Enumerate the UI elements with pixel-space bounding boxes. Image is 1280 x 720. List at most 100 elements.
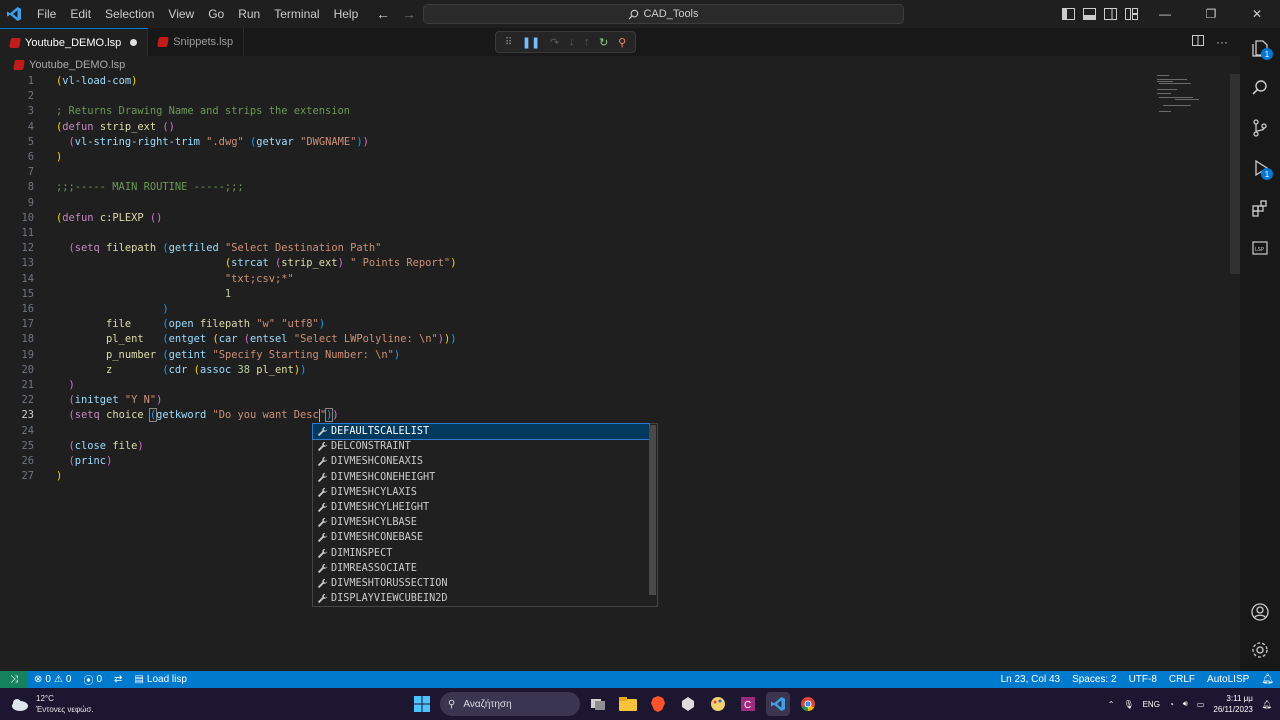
forward-arrow-icon[interactable]: → [402,6,416,22]
tray-overflow-icon[interactable]: ⌃ [1108,700,1115,709]
code-line[interactable]: 22 (initget "Y N") [0,393,1150,408]
code-line[interactable]: 21 ) [0,378,1150,393]
lsp-extension-icon[interactable]: LSP [1240,228,1280,268]
suggestion-item[interactable]: DIVMESHCONEHEIGHT [313,470,649,485]
file-explorer-icon[interactable] [616,692,640,716]
code-text[interactable]: 1 [56,287,231,302]
code-text[interactable]: p_number (getint "Specify Starting Numbe… [56,348,400,363]
code-text[interactable]: (princ) [56,454,113,469]
suggestion-item[interactable]: DIVMESHCYLHEIGHT [313,500,649,515]
suggestion-item[interactable]: DELCONSTRAINT [313,439,649,454]
code-line[interactable]: 1 (vl-load-com) [0,74,1150,89]
code-text[interactable]: (setq filepath (getfiled "Select Destina… [56,241,382,256]
code-text[interactable]: z (cdr (assoc 38 pl_ent)) [56,363,306,378]
code-text[interactable]: (strcat (strip_ext) " Points Report") [56,256,457,271]
search-icon[interactable] [1240,68,1280,108]
task-view-icon[interactable] [586,692,610,716]
code-line[interactable]: 12 (setq filepath (getfiled "Select Dest… [0,241,1150,256]
volume-icon[interactable]: 🔊︎ [1183,699,1188,709]
accounts-icon[interactable] [1240,592,1280,632]
battery-icon[interactable]: ▭ [1197,700,1205,709]
disconnect-icon[interactable]: ⚲ [618,36,626,49]
chrome-icon[interactable] [796,692,820,716]
code-line[interactable]: 5 (vl-string-right-trim ".dwg" (getvar "… [0,135,1150,150]
suggestion-item[interactable]: DIMINSPECT [313,546,649,561]
encoding[interactable]: UTF-8 [1123,671,1163,688]
code-text[interactable]: pl_ent (entget (car (entsel "Select LWPo… [56,332,456,347]
tab-snippets[interactable]: Snippets.lsp [148,28,245,56]
code-line[interactable]: 7 [0,165,1150,180]
code-text[interactable]: (defun c:PLEXP () [56,211,162,226]
menu-file[interactable]: File [30,0,63,28]
manage-gear-icon[interactable] [1240,630,1280,670]
back-arrow-icon[interactable]: ← [376,6,390,22]
vscode-taskbar-icon[interactable] [766,692,790,716]
code-line[interactable]: 11 [0,226,1150,241]
load-lisp-button[interactable]: ▤ Load lisp [128,671,192,688]
code-text[interactable]: ;;;----- MAIN ROUTINE -----;;; [56,180,244,195]
editor-scrollbar[interactable] [1230,74,1240,274]
menu-edit[interactable]: Edit [63,0,98,28]
problems-indicator[interactable]: ⊗ 0 ⚠ 0 [28,671,77,688]
code-line[interactable]: 19 p_number (getint "Specify Starting Nu… [0,348,1150,363]
code-text[interactable]: (setq choice (getkword "Do you want Desc… [56,408,339,423]
breadcrumb-file[interactable]: Youtube_DEMO.lsp [29,59,125,71]
indentation[interactable]: Spaces: 2 [1066,671,1122,688]
suggestion-item[interactable]: DISPLAYVIEWCUBEIN2D [313,591,649,606]
code-text[interactable]: ; Returns Drawing Name and strips the ex… [56,104,350,119]
code-text[interactable]: "txt;csv;*" [56,272,294,287]
explorer-icon[interactable]: 1 [1240,28,1280,68]
step-into-icon[interactable]: ↓ [569,36,575,48]
language-mode[interactable]: AutoLISP [1201,671,1255,688]
menu-terminal[interactable]: Terminal [267,0,326,28]
close-window-button[interactable]: ✕ [1234,0,1280,28]
wifi-icon[interactable]: ◔ [1169,700,1174,709]
tab-youtube-demo[interactable]: Youtube_DEMO.lsp [0,28,149,56]
step-over-icon[interactable]: ↷ [550,36,559,49]
ports-indicator[interactable]: ⦿ 0 [77,671,108,688]
menu-run[interactable]: Run [231,0,267,28]
menu-go[interactable]: Go [201,0,231,28]
code-line[interactable]: 9 [0,196,1150,211]
code-line[interactable]: 2 [0,89,1150,104]
menu-view[interactable]: View [161,0,201,28]
code-text[interactable]: (defun strip_ext () [56,120,175,135]
pause-icon[interactable]: ❚❚ [522,36,540,49]
suggestion-item[interactable]: DIVMESHCONEAXIS [313,454,649,469]
menu-help[interactable]: Help [327,0,366,28]
toggle-primary-sidebar-icon[interactable] [1058,0,1079,28]
code-text[interactable]: (close file) [56,439,144,454]
language-indicator[interactable]: ENG [1143,700,1160,709]
notifications-icon[interactable]: 🔔︎ [1262,700,1272,709]
code-line[interactable]: 3 ; Returns Drawing Name and strips the e… [0,104,1150,119]
toggle-panel-icon[interactable] [1079,0,1100,28]
code-text[interactable]: ) [56,302,168,317]
code-line[interactable]: 23 (setq choice (getkword "Do you want D… [0,408,1150,423]
code-text[interactable]: file (open filepath "w" "utf8") [56,317,325,332]
source-control-icon[interactable] [1240,108,1280,148]
code-line[interactable]: 6) [0,150,1150,165]
more-actions-icon[interactable]: ··· [1216,35,1228,49]
notifications-bell-icon[interactable]: 🔔︎ [1255,671,1280,688]
weather-widget[interactable]: 12°C Έντονες νεφώσ. [8,688,94,720]
app-icon[interactable] [676,692,700,716]
code-text[interactable]: (vl-string-right-trim ".dwg" (getvar "DW… [56,135,369,150]
code-line[interactable]: 20 z (cdr (assoc 38 pl_ent)) [0,363,1150,378]
taskbar-search[interactable]: ⚲ Αναζήτηση [440,692,580,716]
command-center-search[interactable]: CAD_Tools [423,4,904,24]
drag-handle-icon[interactable]: ⠿ [505,37,512,48]
autocad-icon[interactable]: C [736,692,760,716]
suggestion-item[interactable]: DIVMESHCONEBASE [313,530,649,545]
minimize-button[interactable]: — [1142,0,1188,28]
code-line[interactable]: 13 (strcat (strip_ext) " Points Report") [0,256,1150,271]
step-out-icon[interactable]: ↑ [584,36,590,48]
restart-icon[interactable]: ↻ [599,36,608,49]
minimap[interactable] [1155,74,1225,114]
windows-start-icon[interactable] [410,692,434,716]
brave-browser-icon[interactable] [646,692,670,716]
microphone-icon[interactable]: 🎙︎ [1123,700,1133,709]
code-line[interactable]: 17 file (open filepath "w" "utf8") [0,317,1150,332]
extensions-icon[interactable] [1240,188,1280,228]
suggestion-item[interactable]: DIVMESHTORUSSECTION [313,576,649,591]
cursor-position[interactable]: Ln 23, Col 43 [995,671,1067,688]
